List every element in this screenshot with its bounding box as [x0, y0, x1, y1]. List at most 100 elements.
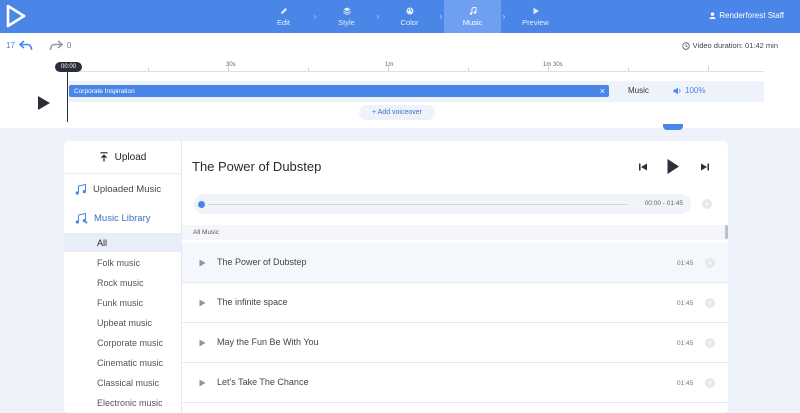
add-track-button[interactable]: + [705, 258, 715, 268]
genre-all[interactable]: All [64, 233, 182, 252]
close-icon[interactable]: × [600, 86, 605, 96]
track-duration: 01:45 [677, 380, 694, 387]
editor-collapse-handle[interactable] [663, 124, 683, 130]
tab-preview[interactable]: Preview [507, 0, 564, 33]
tab-label: Edit [277, 18, 290, 27]
upload-label: Upload [114, 151, 147, 163]
timeline-ruler[interactable]: 30s 1m 1m 30s [68, 62, 764, 72]
genre-folk[interactable]: Folk music [64, 253, 182, 272]
genre-classical[interactable]: Classical music [64, 373, 182, 392]
video-duration: Video duration: 01:42 min [681, 41, 778, 50]
tab-label: Music [462, 18, 483, 27]
redo-count: 0 [66, 41, 72, 50]
timeline-play-button[interactable] [37, 95, 51, 111]
volume-value: 100% [685, 86, 706, 95]
list-scrollbar[interactable] [725, 225, 728, 239]
list-header: All Music [182, 225, 728, 240]
track-duration: 01:45 [677, 300, 694, 307]
top-navigation-bar: Edit › Style › Color › Music › Preview R… [0, 0, 800, 33]
music-clip[interactable]: Corporate Inspiration × [69, 85, 609, 97]
clock-icon [681, 41, 690, 50]
volume-control[interactable]: 100% [673, 86, 705, 95]
ruler-tick [468, 68, 469, 71]
play-icon [531, 6, 540, 15]
track-name: The Power of Dubstep [217, 257, 307, 267]
clip-name: Corporate Inspiration [74, 87, 135, 95]
track-row[interactable]: The infinite space 01:45 + [182, 283, 728, 323]
palette-icon [405, 6, 414, 15]
sidebar-item-label: Uploaded Music [93, 183, 162, 195]
tab-style[interactable]: Style [318, 0, 375, 33]
track-name: May the Fun Be With You [217, 337, 319, 347]
ruler-tick [228, 66, 229, 71]
redo-icon[interactable] [49, 40, 63, 51]
track-name: The infinite space [217, 297, 288, 307]
track-row[interactable]: The Power of Dubstep 01:45 + [182, 243, 728, 283]
add-track-button[interactable]: + [705, 338, 715, 348]
timeline-editor: 17 0 Video duration: 01:42 min 30s 1m 1m… [0, 33, 800, 128]
ruler-tick [708, 66, 709, 71]
upload-button[interactable]: Upload [64, 141, 182, 174]
music-note-icon [468, 6, 477, 15]
next-track-icon[interactable] [700, 162, 710, 172]
track-type-label: Music [628, 86, 649, 95]
play-icon[interactable] [666, 158, 680, 175]
music-panel: Upload Uploaded Music Music Library All … [64, 141, 728, 413]
duration-text: Video duration: 01:42 min [692, 41, 778, 50]
undo-count: 17 [6, 41, 15, 50]
wizard-steps: Edit › Style › Color › Music › Preview [255, 0, 564, 33]
user-name: Renderforest Staff [719, 11, 784, 20]
track-row[interactable]: Let's Take The Chance 01:45 + [182, 363, 728, 403]
track-duration: 01:45 [677, 260, 694, 267]
add-song-button[interactable]: + [702, 199, 712, 209]
genre-electronic[interactable]: Electronic music [64, 393, 182, 412]
add-voiceover-button[interactable]: + Add voiceover [359, 105, 435, 120]
track-duration: 01:45 [677, 340, 694, 347]
ruler-tick [148, 68, 149, 71]
genre-upbeat[interactable]: Upbeat music [64, 313, 182, 332]
ruler-label: 1m [385, 62, 394, 68]
undo-redo-controls: 17 0 [6, 40, 71, 51]
tab-color[interactable]: Color [381, 0, 438, 33]
speaker-icon [673, 87, 681, 94]
ruler-tick [308, 68, 309, 71]
sidebar-item-uploaded-music[interactable]: Uploaded Music [64, 175, 182, 203]
genre-corporate[interactable]: Corporate music [64, 333, 182, 352]
genre-cinematic[interactable]: Cinematic music [64, 353, 182, 372]
previous-track-icon[interactable] [638, 162, 648, 172]
play-icon[interactable] [199, 259, 206, 267]
tab-edit[interactable]: Edit [255, 0, 312, 33]
sidebar-item-music-library[interactable]: Music Library [64, 204, 182, 232]
music-sidebar: Upload Uploaded Music Music Library All … [64, 141, 182, 413]
genre-funk[interactable]: Funk music [64, 293, 182, 312]
undo-icon[interactable] [18, 40, 33, 51]
play-icon[interactable] [199, 379, 206, 387]
ruler-label: 1m 30s [543, 62, 563, 68]
song-progress-bar[interactable]: 00:00 - 01:45 [194, 194, 691, 214]
tab-music[interactable]: Music [444, 0, 501, 33]
add-track-button[interactable]: + [705, 378, 715, 388]
music-player-area: The Power of Dubstep 00:00 - 01:45 + All… [182, 141, 728, 413]
sidebar-item-label: Music Library [94, 212, 151, 224]
play-icon[interactable] [199, 339, 206, 347]
track-name: Let's Take The Chance [217, 377, 309, 387]
layers-icon [342, 6, 351, 15]
tab-label: Preview [522, 18, 549, 27]
progress-handle[interactable] [198, 201, 205, 208]
pencil-icon [279, 6, 288, 15]
track-row[interactable]: May the Fun Be With You 01:45 + [182, 323, 728, 363]
music-library-icon [75, 212, 88, 224]
playhead-handle[interactable]: 00:00 [55, 62, 82, 72]
tab-label: Color [400, 18, 419, 27]
ruler-tick [388, 66, 389, 71]
progress-rail [208, 204, 628, 205]
add-track-button[interactable]: + [705, 298, 715, 308]
renderforest-logo-icon[interactable] [4, 3, 28, 29]
play-icon[interactable] [199, 299, 206, 307]
song-time: 00:00 - 01:45 [644, 200, 683, 207]
user-menu[interactable]: Renderforest Staff [709, 11, 784, 20]
ruler-tick [628, 68, 629, 71]
current-song-title: The Power of Dubstep [192, 159, 322, 174]
ruler-tick [548, 66, 549, 71]
genre-rock[interactable]: Rock music [64, 273, 182, 292]
